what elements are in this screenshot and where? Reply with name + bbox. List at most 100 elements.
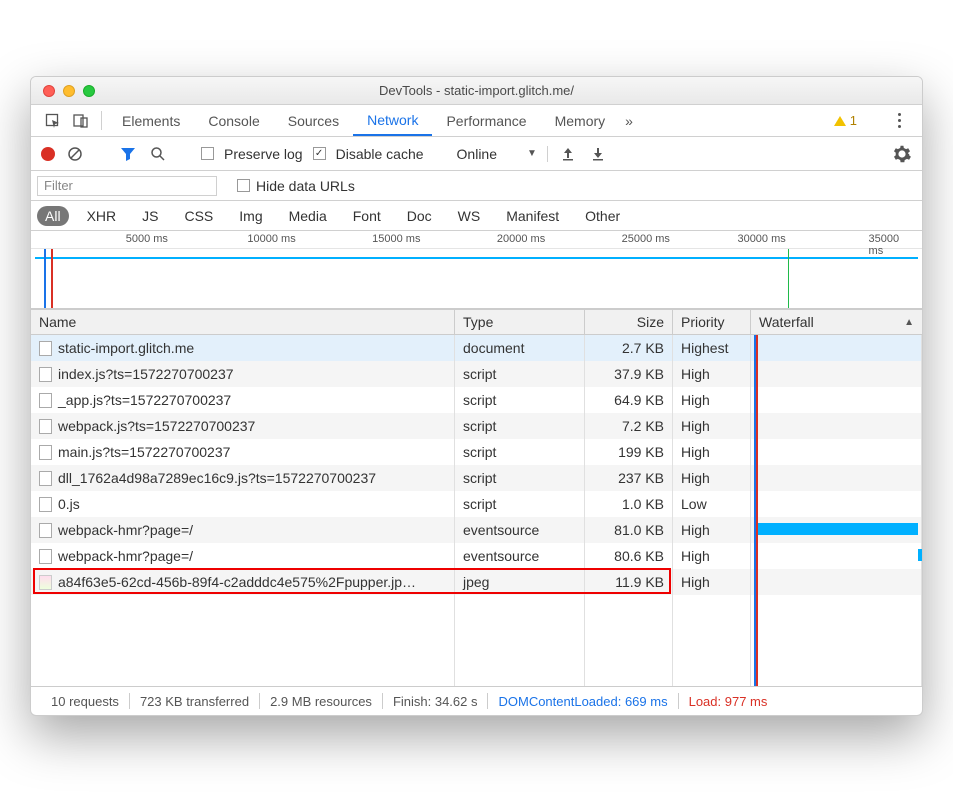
chip-all[interactable]: All (37, 206, 69, 226)
request-waterfall (751, 543, 922, 569)
chip-js[interactable]: JS (134, 206, 166, 226)
chip-img[interactable]: Img (231, 206, 270, 226)
filter-input[interactable]: Filter (37, 176, 217, 196)
table-row[interactable]: webpack-hmr?page=/eventsource80.6 KBHigh (31, 543, 922, 569)
request-priority: High (673, 517, 751, 543)
status-bar: 10 requests 723 KB transferred 2.9 MB re… (31, 687, 922, 715)
request-waterfall (751, 335, 922, 361)
table-row[interactable]: main.js?ts=1572270700237script199 KBHigh (31, 439, 922, 465)
devtools-window: DevTools - static-import.glitch.me/ Elem… (30, 76, 923, 716)
tab-sources[interactable]: Sources (274, 105, 353, 136)
tab-console[interactable]: Console (194, 105, 273, 136)
disable-cache-checkbox[interactable] (313, 147, 326, 160)
request-type: script (455, 491, 585, 517)
request-size: 237 KB (585, 465, 673, 491)
status-dcl: DOMContentLoaded: 669 ms (488, 694, 677, 709)
request-priority: Low (673, 491, 751, 517)
table-row[interactable]: index.js?ts=1572270700237script37.9 KBHi… (31, 361, 922, 387)
request-waterfall (751, 413, 922, 439)
table-row[interactable]: 0.jsscript1.0 KBLow (31, 491, 922, 517)
request-waterfall (751, 517, 922, 543)
file-icon (39, 575, 52, 590)
titlebar: DevTools - static-import.glitch.me/ (31, 77, 922, 105)
more-menu-icon[interactable] (890, 113, 908, 128)
chip-ws[interactable]: WS (450, 206, 489, 226)
chip-css[interactable]: CSS (176, 206, 221, 226)
tab-performance[interactable]: Performance (432, 105, 540, 136)
request-size: 199 KB (585, 439, 673, 465)
download-har-icon[interactable] (588, 144, 608, 164)
col-type[interactable]: Type (455, 310, 585, 334)
preserve-log-checkbox[interactable] (201, 147, 214, 160)
request-size: 7.2 KB (585, 413, 673, 439)
chip-other[interactable]: Other (577, 206, 628, 226)
status-transferred: 723 KB transferred (130, 694, 259, 709)
table-row[interactable]: a84f63e5-62cd-456b-89f4-c2adddc4e575%2Fp… (31, 569, 922, 595)
clear-icon[interactable] (65, 144, 85, 164)
zoom-window-button[interactable] (83, 85, 95, 97)
col-waterfall[interactable]: Waterfall ▲ (751, 310, 922, 334)
preserve-log-label: Preserve log (224, 146, 303, 162)
request-name: 0.js (58, 496, 80, 512)
request-type: document (455, 335, 585, 361)
request-size: 81.0 KB (585, 517, 673, 543)
tab-memory[interactable]: Memory (541, 105, 620, 136)
hide-data-urls-checkbox[interactable] (237, 179, 250, 192)
tabs-overflow[interactable]: » (619, 105, 639, 136)
table-row[interactable]: webpack-hmr?page=/eventsource81.0 KBHigh (31, 517, 922, 543)
request-size: 37.9 KB (585, 361, 673, 387)
chip-manifest[interactable]: Manifest (498, 206, 567, 226)
status-requests: 10 requests (41, 694, 129, 709)
request-name: dll_1762a4d98a7289ec16c9.js?ts=157227070… (58, 470, 376, 486)
file-icon (39, 497, 52, 512)
throttling-select[interactable]: Online ▼ (457, 146, 548, 162)
hide-data-urls-label: Hide data URLs (256, 178, 355, 194)
chip-media[interactable]: Media (281, 206, 335, 226)
type-filter-bar: All XHR JS CSS Img Media Font Doc WS Man… (31, 201, 922, 231)
col-size[interactable]: Size (585, 310, 673, 334)
network-toolbar: Preserve log Disable cache Online ▼ (31, 137, 922, 171)
device-toggle-icon[interactable] (67, 105, 95, 136)
request-name: static-import.glitch.me (58, 340, 194, 356)
table-row[interactable]: _app.js?ts=1572270700237script64.9 KBHig… (31, 387, 922, 413)
disable-cache-label: Disable cache (336, 146, 424, 162)
table-row[interactable]: static-import.glitch.me document2.7 KBHig… (31, 335, 922, 361)
timeline-tick: 10000 ms (247, 233, 295, 245)
col-priority[interactable]: Priority (673, 310, 751, 334)
overview-timeline[interactable]: 5000 ms10000 ms15000 ms20000 ms25000 ms3… (31, 231, 922, 309)
request-type: script (455, 439, 585, 465)
table-row[interactable]: dll_1762a4d98a7289ec16c9.js?ts=157227070… (31, 465, 922, 491)
settings-icon[interactable] (892, 144, 912, 164)
request-size: 64.9 KB (585, 387, 673, 413)
upload-har-icon[interactable] (558, 144, 578, 164)
request-type: eventsource (455, 543, 585, 569)
request-name: webpack-hmr?page=/ (58, 548, 193, 564)
request-waterfall (751, 439, 922, 465)
chip-font[interactable]: Font (345, 206, 389, 226)
traffic-lights (31, 85, 95, 97)
close-window-button[interactable] (43, 85, 55, 97)
request-size: 80.6 KB (585, 543, 673, 569)
minimize-window-button[interactable] (63, 85, 75, 97)
tab-network[interactable]: Network (353, 105, 432, 136)
table-row[interactable]: webpack.js?ts=1572270700237script7.2 KBH… (31, 413, 922, 439)
request-waterfall (751, 569, 922, 595)
status-finish: Finish: 34.62 s (383, 694, 488, 709)
filter-icon[interactable] (118, 144, 138, 164)
request-type: script (455, 465, 585, 491)
record-button[interactable] (41, 147, 55, 161)
request-name: webpack-hmr?page=/ (58, 522, 193, 538)
timeline-tick: 5000 ms (126, 233, 168, 245)
chip-doc[interactable]: Doc (399, 206, 440, 226)
status-resources: 2.9 MB resources (260, 694, 382, 709)
request-size: 2.7 KB (585, 335, 673, 361)
tab-elements[interactable]: Elements (108, 105, 194, 136)
search-icon[interactable] (148, 144, 168, 164)
chip-xhr[interactable]: XHR (79, 206, 125, 226)
warning-badge[interactable]: 1 (834, 113, 857, 128)
inspect-icon[interactable] (39, 105, 67, 136)
file-icon (39, 393, 52, 408)
col-name[interactable]: Name (31, 310, 455, 334)
sort-asc-icon: ▲ (904, 317, 914, 328)
request-priority: Highest (673, 335, 751, 361)
